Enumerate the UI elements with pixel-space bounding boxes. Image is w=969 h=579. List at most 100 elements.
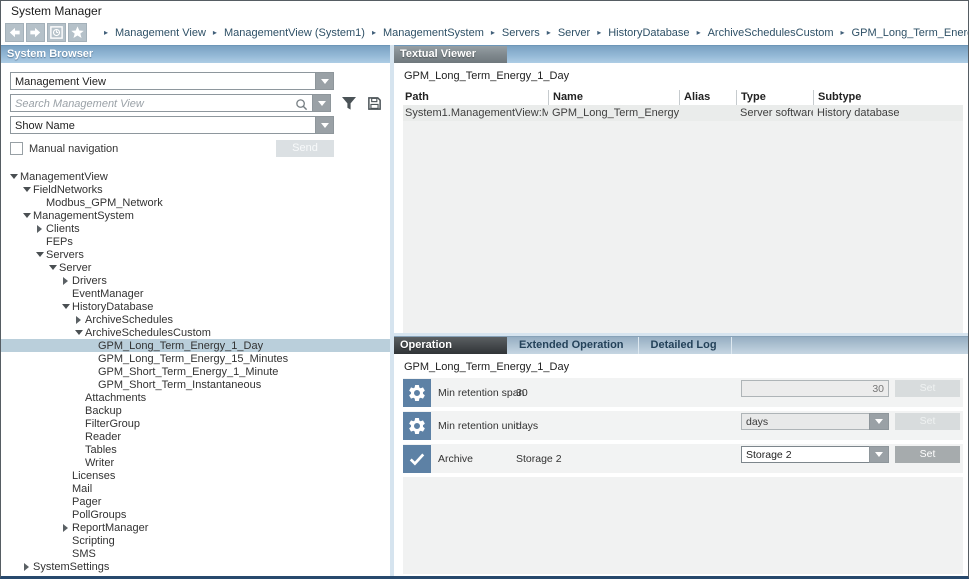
operation-row-controls: Storage 2 Set <box>741 446 963 463</box>
back-button[interactable] <box>5 23 24 42</box>
tab-extended-operation[interactable]: Extended Operation <box>507 337 639 354</box>
table-cell: History database <box>813 105 963 121</box>
tree-item[interactable]: SystemSettings <box>1 560 390 573</box>
chevron-down-icon <box>875 452 883 457</box>
column-header-subtype[interactable]: Subtype <box>813 90 963 105</box>
tab-detailed-log[interactable]: Detailed Log <box>639 337 732 354</box>
tree-item[interactable]: ArchiveSchedulesCustom <box>1 326 390 339</box>
tree-item-label: FieldNetworks <box>33 184 103 196</box>
tree-item[interactable]: FilterGroup <box>1 417 390 430</box>
value-dropdown[interactable]: Storage 2 <box>741 446 889 463</box>
tree-expander-icon[interactable] <box>20 187 33 192</box>
operation-row-value: 30 <box>516 387 528 399</box>
breadcrumb-item[interactable]: Server <box>558 27 590 39</box>
system-manager-window: System Manager ▸ Management View ▸ Manageme… <box>0 0 969 579</box>
value-dropdown[interactable]: days <box>741 413 889 430</box>
tree-item[interactable]: ReportManager <box>1 521 390 534</box>
search-input[interactable] <box>15 98 291 110</box>
tree-item-label: Licenses <box>72 470 115 482</box>
chevron-expanded-icon <box>62 304 70 309</box>
tree-item[interactable]: GPM_Short_Term_Instantaneous <box>1 378 390 391</box>
search-dropdown-button[interactable] <box>312 94 331 112</box>
tree-item[interactable]: Attachments <box>1 391 390 404</box>
tree-item[interactable]: Tables <box>1 443 390 456</box>
tree-item[interactable]: GPM_Long_Term_Energy_15_Minutes <box>1 352 390 365</box>
breadcrumb-item[interactable]: ManagementView (System1) <box>224 27 365 39</box>
tree-item-label: Pager <box>72 496 101 508</box>
breadcrumb-separator: ▸ <box>213 28 217 37</box>
tree-expander-icon[interactable] <box>46 265 59 270</box>
tree-expander-icon[interactable] <box>59 524 72 532</box>
breadcrumb-item[interactable]: HistoryDatabase <box>608 27 689 39</box>
column-header-type[interactable]: Type <box>736 90 813 105</box>
tree-item[interactable]: ManagementView <box>1 170 390 183</box>
dropdown-arrow-button[interactable] <box>869 446 889 463</box>
tree-item[interactable]: GPM_Long_Term_Energy_1_Day <box>1 339 390 352</box>
breadcrumb-separator: ▸ <box>547 28 551 37</box>
tree-item[interactable]: Drivers <box>1 274 390 287</box>
set-button[interactable]: Set <box>895 446 960 463</box>
tree-item-label: ArchiveSchedules <box>85 314 173 326</box>
tree-item[interactable]: FieldNetworks <box>1 183 390 196</box>
tree-item[interactable]: ArchiveSchedules <box>1 313 390 326</box>
breadcrumb-item[interactable]: Management View <box>115 27 206 39</box>
table-row[interactable]: System1.ManagementView:Manage...GPM_Long… <box>403 105 963 121</box>
tree-item[interactable]: GPM_Short_Term_Energy_1_Minute <box>1 365 390 378</box>
tree-item[interactable]: SMS <box>1 547 390 560</box>
textual-viewer-tab[interactable]: Textual Viewer <box>394 46 507 63</box>
dropdown-arrow-button[interactable] <box>869 413 889 430</box>
tree-item[interactable]: Reader <box>1 430 390 443</box>
operation-rows: Min retention span30SetMin retention uni… <box>403 378 963 477</box>
tree-item[interactable]: EventManager <box>1 287 390 300</box>
tree-expander-icon[interactable] <box>7 174 20 179</box>
tree-expander-icon[interactable] <box>20 213 33 218</box>
tree-expander-icon[interactable] <box>20 563 33 571</box>
display-mode-selector[interactable]: Show Name <box>10 116 334 134</box>
tree-item[interactable]: Backup <box>1 404 390 417</box>
view-selector[interactable]: Management View <box>10 72 334 90</box>
window-title: System Manager <box>11 4 102 18</box>
display-mode-dropdown-button[interactable] <box>315 116 334 134</box>
save-button[interactable] <box>367 96 382 111</box>
tree-item[interactable]: Servers <box>1 248 390 261</box>
tree-item[interactable]: Clients <box>1 222 390 235</box>
tree-expander-icon[interactable] <box>33 225 46 233</box>
tree-item[interactable]: Mail <box>1 482 390 495</box>
tree-item[interactable]: HistoryDatabase <box>1 300 390 313</box>
column-header-name[interactable]: Name <box>548 90 679 105</box>
tree-expander-icon[interactable] <box>72 316 85 324</box>
tree-item[interactable]: Pager <box>1 495 390 508</box>
tree-item[interactable]: ManagementSystem <box>1 209 390 222</box>
manual-navigation-checkbox[interactable] <box>10 142 23 155</box>
breadcrumb-item[interactable]: ManagementSystem <box>383 27 484 39</box>
tree-item[interactable]: Licenses <box>1 469 390 482</box>
breadcrumb-item[interactable]: GPM_Long_Term_Energy_1_Day <box>852 27 969 39</box>
save-icon <box>367 96 382 111</box>
filter-button[interactable] <box>341 96 357 111</box>
tree-item[interactable]: Server <box>1 261 390 274</box>
tree-item[interactable]: Writer <box>1 456 390 469</box>
column-header-path[interactable]: Path <box>403 90 548 105</box>
view-selector-dropdown-button[interactable] <box>315 72 334 90</box>
table-cell: Server software <box>736 105 813 121</box>
send-button[interactable]: Send <box>276 140 334 157</box>
nav-buttons <box>5 23 89 42</box>
retention-span-input[interactable] <box>741 380 889 397</box>
tab-operation[interactable]: Operation <box>394 337 507 354</box>
forward-button[interactable] <box>26 23 45 42</box>
tree-expander-icon[interactable] <box>59 277 72 285</box>
tree-expander-icon[interactable] <box>59 304 72 309</box>
tree-expander-icon[interactable] <box>33 252 46 257</box>
tree-item[interactable]: Scripting <box>1 534 390 547</box>
breadcrumb-item[interactable]: Servers <box>502 27 540 39</box>
operation-row: ArchiveStorage 2Storage 2Set <box>403 444 963 473</box>
tree-expander-icon[interactable] <box>72 330 85 335</box>
recent-button[interactable] <box>47 23 66 42</box>
breadcrumb-item[interactable]: ArchiveSchedulesCustom <box>708 27 834 39</box>
column-header-alias[interactable]: Alias <box>679 90 736 105</box>
favorites-button[interactable] <box>68 23 87 42</box>
tree-item[interactable]: PollGroups <box>1 508 390 521</box>
tree-item[interactable]: FEPs <box>1 235 390 248</box>
tree-item[interactable]: Modbus_GPM_Network <box>1 196 390 209</box>
search-icon <box>295 98 308 111</box>
